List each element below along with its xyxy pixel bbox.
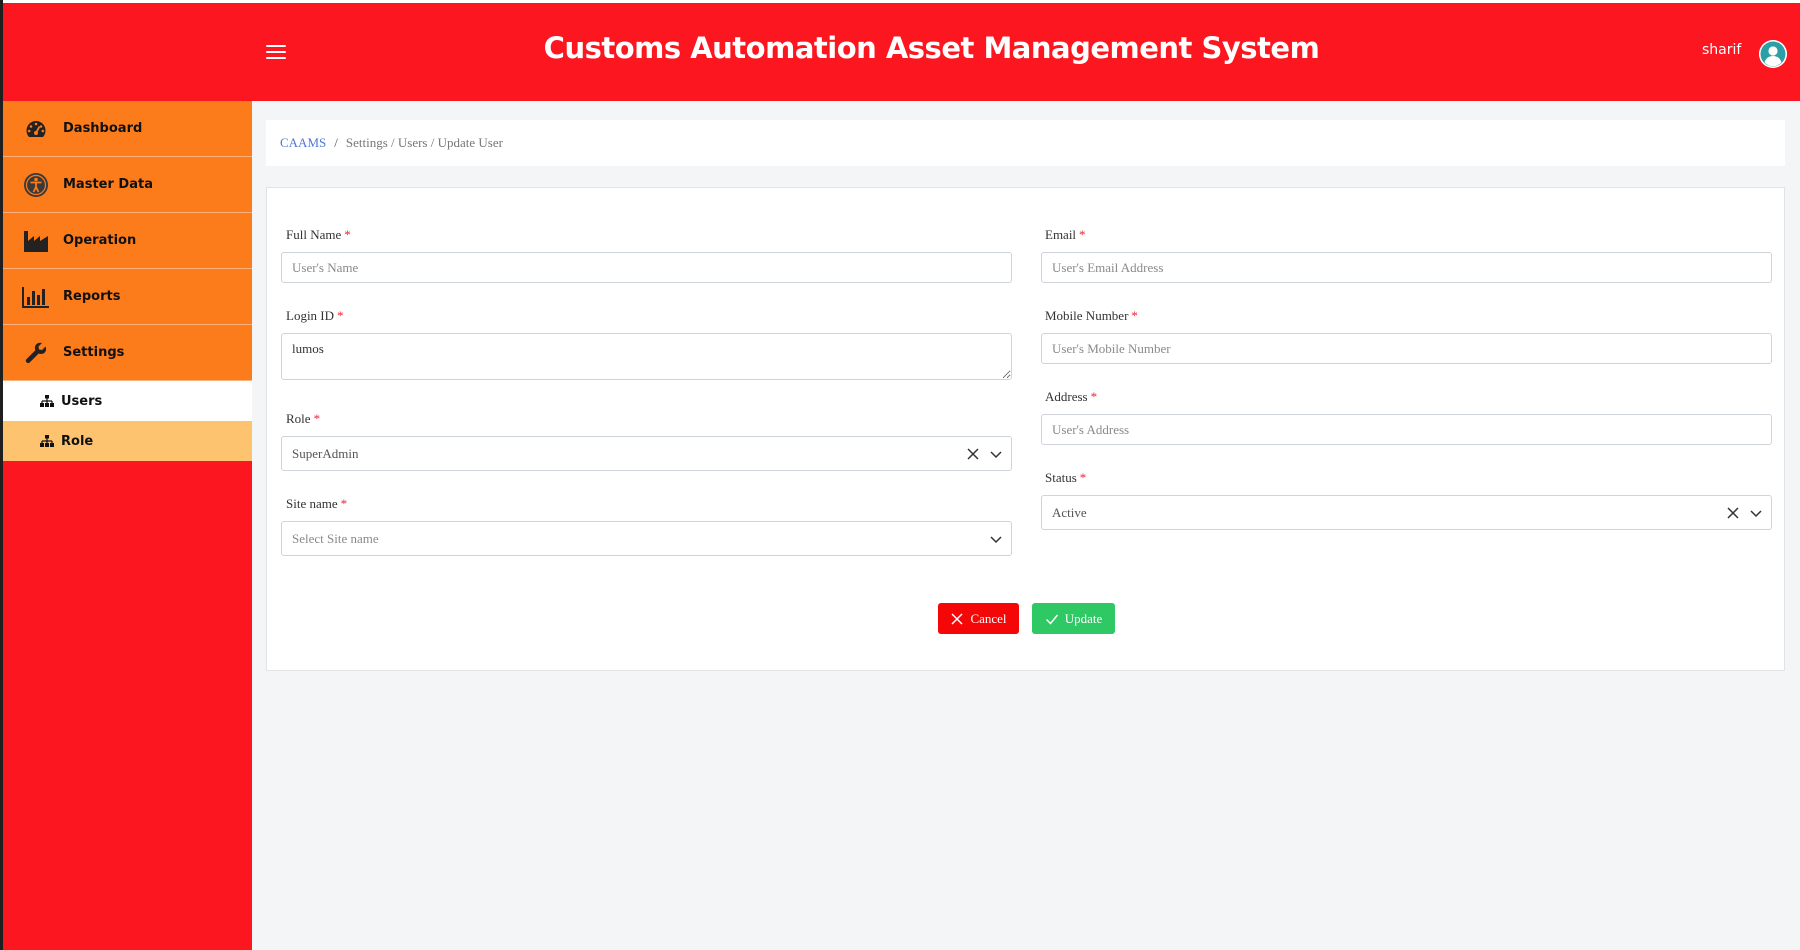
username-label[interactable]: sharif [1702, 42, 1741, 58]
sidebar-subitem-role[interactable]: Role [3, 421, 252, 461]
mobile-number-label: Mobile Number * [1045, 308, 1138, 323]
sidebar-item-label: Master Data [63, 177, 153, 192]
sidebar-item-label: Operation [63, 233, 137, 248]
site-name-select[interactable]: Select Site name [281, 521, 1012, 556]
update-button[interactable]: Update [1032, 603, 1115, 634]
user-avatar-icon[interactable] [1759, 40, 1787, 68]
email-label: Email * [1045, 227, 1086, 242]
login-id-label: Login ID * [286, 308, 344, 323]
status-select[interactable]: Active [1041, 495, 1772, 530]
chevron-down-icon[interactable] [988, 531, 1004, 547]
login-id-input[interactable] [281, 333, 1012, 380]
sidebar-item-operation[interactable]: Operation [3, 213, 252, 269]
sidebar: Dashboard Master Data Operation Reports … [3, 101, 252, 950]
sidebar-item-label: Settings [63, 345, 125, 360]
chevron-down-icon[interactable] [1748, 505, 1764, 521]
role-selected-value: SuperAdmin [292, 445, 359, 461]
cancel-button[interactable]: Cancel [938, 603, 1019, 634]
app-header: Customs Automation Asset Management Syst… [3, 3, 1800, 101]
full-name-label: Full Name * [286, 227, 351, 242]
update-button-label: Update [1064, 610, 1103, 626]
breadcrumb-separator: / [334, 135, 338, 150]
role-label: Role * [286, 411, 321, 426]
sidebar-item-label: Reports [63, 289, 121, 304]
breadcrumb-path: Settings / Users / Update User [345, 135, 503, 150]
sidebar-subitem-label: Users [61, 393, 103, 409]
mobile-number-input[interactable] [1041, 333, 1772, 364]
role-select[interactable]: SuperAdmin [281, 436, 1012, 471]
bar-chart-icon [21, 284, 51, 310]
accessibility-icon [21, 172, 51, 198]
full-name-input[interactable] [281, 252, 1012, 283]
sitemap-icon [40, 394, 54, 408]
site-name-label: Site name * [286, 496, 348, 511]
sidebar-item-label: Dashboard [63, 121, 143, 136]
breadcrumb-root-link[interactable]: CAAMS [280, 135, 326, 151]
update-user-form: Full Name* Login ID* Role* SuperAdmin Si… [266, 187, 1785, 671]
sidebar-subitem-users[interactable]: Users [3, 381, 252, 421]
factory-icon [21, 228, 51, 254]
cancel-button-label: Cancel [970, 610, 1007, 626]
sidebar-item-master-data[interactable]: Master Data [3, 157, 252, 213]
window-left-edge [0, 0, 3, 950]
status-label: Status * [1045, 470, 1087, 485]
clear-icon[interactable] [965, 446, 981, 462]
sidebar-subitem-label: Role [61, 433, 94, 449]
email-input[interactable] [1041, 252, 1772, 283]
sidebar-item-reports[interactable]: Reports [3, 269, 252, 325]
wrench-icon [21, 340, 51, 366]
sidebar-item-dashboard[interactable]: Dashboard [3, 101, 252, 157]
status-selected-value: Active [1052, 504, 1087, 520]
close-icon [951, 612, 963, 625]
app-title: Customs Automation Asset Management Syst… [543, 31, 1320, 65]
chevron-down-icon[interactable] [988, 446, 1004, 462]
dashboard-gauge-icon [21, 116, 51, 142]
clear-icon[interactable] [1725, 505, 1741, 521]
sitemap-icon [40, 434, 54, 448]
check-icon [1045, 614, 1058, 625]
site-name-placeholder: Select Site name [292, 530, 379, 546]
breadcrumb: CAAMS / Settings / Users / Update User [266, 120, 1785, 166]
address-label: Address * [1045, 389, 1098, 404]
address-input[interactable] [1041, 414, 1772, 445]
sidebar-item-settings[interactable]: Settings [3, 325, 252, 381]
